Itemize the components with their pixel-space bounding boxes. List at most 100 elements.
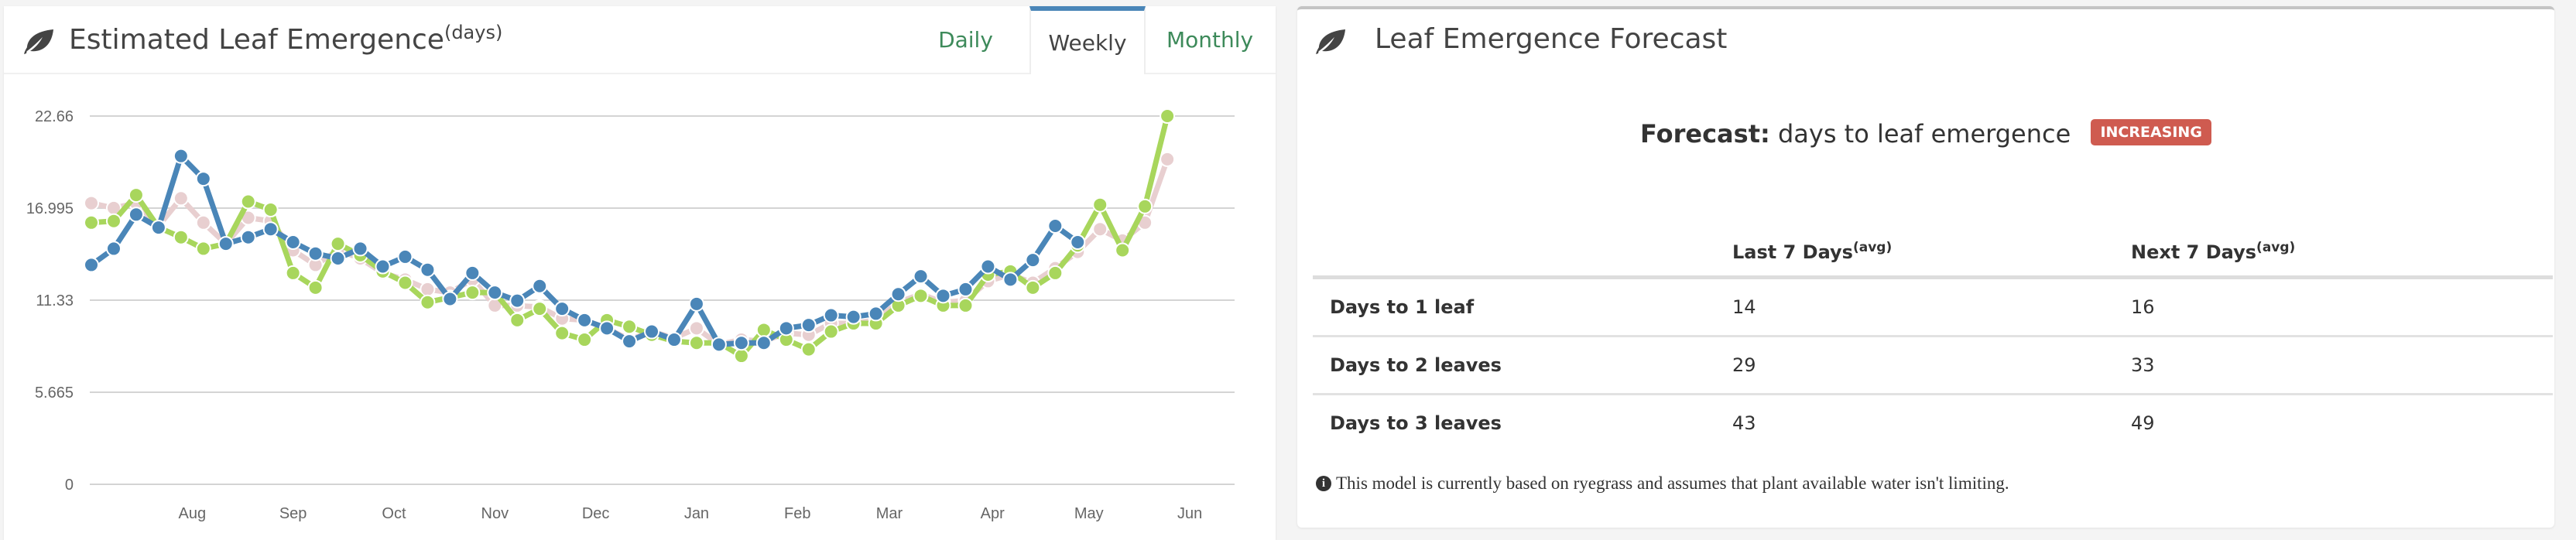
series-line-comparison-2 — [91, 158, 1170, 347]
row-label: Days to 2 leaves — [1313, 336, 1732, 395]
data-point-current — [240, 229, 256, 245]
data-point-comparison-2 — [1160, 151, 1176, 167]
forecast-label: Forecast: — [1640, 119, 1770, 149]
table-header-next-7-days: Next 7 Days(avg) — [2131, 210, 2553, 279]
data-point-comparison-2 — [1092, 221, 1108, 238]
data-point-comparison-1 — [173, 229, 189, 245]
x-tick-label: Jan — [684, 505, 709, 522]
data-point-current — [577, 312, 593, 328]
chart-title-text: Estimated Leaf Emergence — [69, 24, 444, 56]
table-row: Days to 2 leaves 29 33 — [1313, 336, 2553, 395]
data-point-current — [733, 335, 749, 351]
data-point-current — [688, 296, 704, 312]
data-point-comparison-1 — [1160, 108, 1176, 124]
data-point-current — [666, 332, 682, 348]
data-point-comparison-1 — [1115, 242, 1131, 258]
data-point-current — [644, 323, 660, 340]
data-point-current — [622, 333, 638, 350]
data-point-comparison-1 — [307, 279, 324, 296]
data-point-comparison-2 — [173, 190, 189, 207]
data-point-current — [262, 221, 279, 238]
leaf-emergence-chart-panel: Estimated Leaf Emergence(days) Daily Wee… — [4, 6, 1276, 540]
forecast-panel-title: Leaf Emergence Forecast — [1375, 23, 1728, 55]
data-point-comparison-1 — [509, 312, 526, 328]
chart-panel-title: Estimated Leaf Emergence(days) — [69, 22, 502, 56]
data-point-current — [1047, 218, 1064, 234]
data-point-comparison-1 — [420, 294, 436, 310]
x-tick-label: Apr — [981, 505, 1005, 522]
tab-weekly[interactable]: Weekly — [1029, 6, 1146, 74]
row-label: Days to 1 leaf — [1313, 277, 1732, 337]
data-point-comparison-2 — [195, 214, 211, 231]
x-tick-label: Oct — [382, 505, 406, 522]
table-header-last-7-days: Last 7 Days(avg) — [1732, 210, 2131, 279]
leaf-emergence-line-chart: 0 5.665 11.33 16.995 22.66 Aug Sep Oct Nov Dec Jan… — [26, 108, 1235, 522]
leaf-icon — [24, 29, 53, 54]
forecast-text: days to leaf emergence — [1777, 119, 2071, 149]
data-point-comparison-1 — [913, 288, 929, 304]
data-point-comparison-1 — [800, 341, 817, 357]
data-point-current — [1025, 252, 1041, 268]
forecast-panel-header: Leaf Emergence Forecast — [1297, 9, 2554, 76]
data-point-current — [599, 320, 615, 337]
data-point-comparison-1 — [84, 214, 99, 231]
data-point-current — [464, 265, 481, 281]
y-tick-label: 5.665 — [35, 384, 74, 402]
data-point-comparison-2 — [84, 195, 99, 211]
data-point-comparison-1 — [195, 241, 211, 257]
data-point-current — [397, 248, 413, 265]
data-point-current — [218, 236, 234, 252]
data-point-current — [957, 281, 974, 297]
table-header-row: Last 7 Days(avg) Next 7 Days(avg) — [1313, 210, 2553, 279]
data-point-comparison-1 — [105, 213, 122, 229]
data-point-current — [375, 258, 391, 275]
data-point-comparison-1 — [1047, 265, 1064, 281]
data-point-current — [352, 241, 368, 257]
y-tick-label: 0 — [65, 477, 74, 494]
data-point-current — [173, 148, 189, 164]
forecast-summary: Forecast: days to leaf emergence INCREAS… — [1297, 119, 2554, 149]
x-tick-label: Jun — [1177, 505, 1202, 522]
data-point-current — [890, 286, 906, 302]
data-point-current — [1002, 272, 1019, 288]
info-icon: i — [1316, 476, 1331, 491]
data-point-current — [913, 268, 929, 285]
data-point-comparison-1 — [262, 201, 279, 217]
data-point-comparison-1 — [755, 322, 772, 338]
data-point-comparison-1 — [577, 332, 593, 348]
data-point-comparison-2 — [688, 320, 704, 337]
forecast-table: Last 7 Days(avg) Next 7 Days(avg) Days t… — [1313, 210, 2553, 451]
data-point-current — [980, 258, 996, 275]
data-point-current — [1070, 234, 1086, 251]
data-point-comparison-1 — [1137, 198, 1153, 214]
data-point-current — [711, 337, 727, 353]
tab-monthly[interactable]: Monthly — [1144, 6, 1276, 73]
data-point-current — [105, 241, 122, 257]
data-point-comparison-1 — [688, 335, 704, 351]
next-7-days-value: 49 — [2131, 412, 2155, 434]
table-header-blank — [1313, 210, 1732, 279]
data-point-current — [150, 220, 166, 236]
x-tick-label: Nov — [481, 505, 509, 522]
data-point-current — [330, 251, 346, 267]
x-tick-label: Aug — [179, 505, 207, 522]
data-point-comparison-1 — [1025, 279, 1041, 296]
y-tick-label: 11.33 — [36, 292, 74, 309]
last-7-days-value: 29 — [1732, 336, 2131, 395]
data-point-current — [307, 245, 324, 261]
data-point-comparison-1 — [464, 285, 481, 301]
data-point-comparison-2 — [420, 281, 436, 297]
chart-title-unit: (days) — [444, 22, 503, 43]
model-note: i This model is currently based on ryegr… — [1316, 473, 2009, 494]
x-tick-label: Dec — [582, 505, 610, 522]
data-point-current — [554, 301, 570, 317]
next-7-days-value: 16 — [2131, 277, 2553, 337]
tab-daily[interactable]: Daily — [902, 6, 1029, 73]
data-point-comparison-1 — [957, 297, 974, 313]
y-tick-label: 22.66 — [35, 108, 74, 125]
last-7-days-value: 43 — [1732, 412, 1756, 434]
data-point-comparison-1 — [622, 319, 638, 335]
data-point-comparison-1 — [532, 301, 548, 317]
next-7-days-value: 33 — [2131, 336, 2553, 395]
data-point-comparison-1 — [733, 348, 749, 364]
